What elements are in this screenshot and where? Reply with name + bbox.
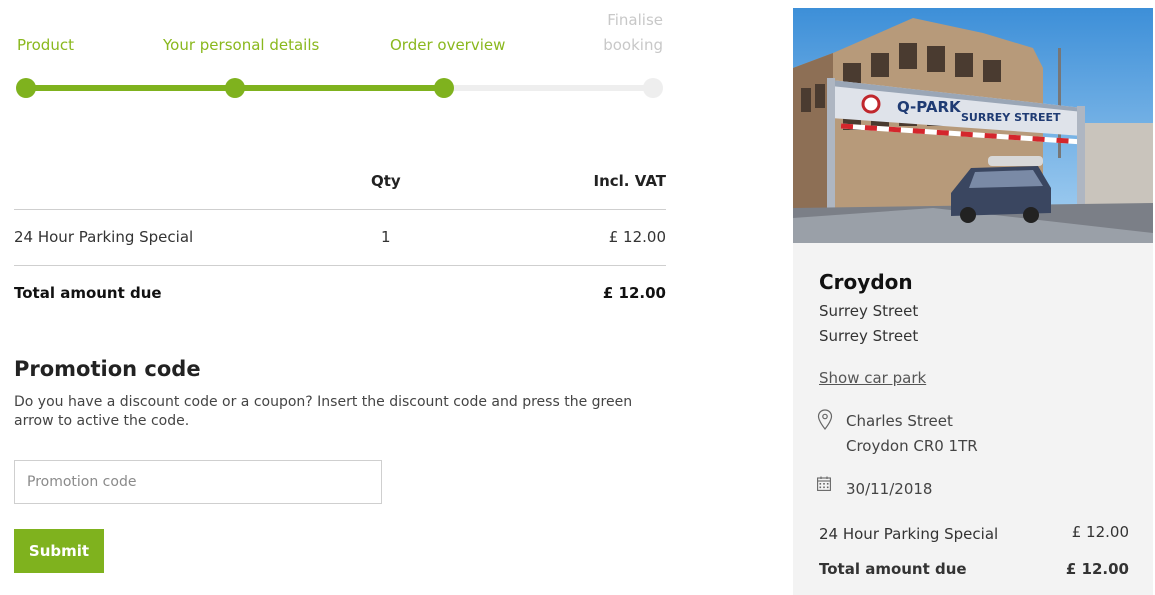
panel-item-label: 24 Hour Parking Special: [819, 525, 999, 543]
car-park-panel: Q-PARK SURREY STREET Croydon Surrey Stre…: [793, 8, 1153, 595]
panel-item-price: £ 12.00: [1071, 523, 1129, 541]
address-line-1: Charles Street: [846, 412, 953, 430]
step-product-label: Product: [17, 36, 74, 54]
car-park-street-secondary: Surrey Street: [819, 327, 919, 345]
submit-button[interactable]: Submit: [14, 529, 104, 573]
step-finalise-booking-dot: [643, 78, 663, 98]
photo-sign-brand: Q-PARK: [897, 98, 962, 116]
booking-date: 30/11/2018: [846, 480, 933, 498]
stepper-track: [26, 85, 652, 91]
promotion-code-input[interactable]: [14, 460, 382, 504]
step-finalise-booking-label: Finalise booking: [603, 11, 663, 54]
promotion-code-heading: Promotion code: [14, 357, 201, 381]
row-product-name: 24 Hour Parking Special: [14, 228, 194, 246]
show-car-park-link[interactable]: Show car park: [819, 369, 926, 387]
location-pin-icon: [817, 409, 833, 435]
step-personal-details-label: Your personal details: [163, 36, 320, 54]
step-product-dot: [16, 78, 36, 98]
step-personal-details-dot: [225, 78, 245, 98]
promotion-code-description: Do you have a discount code or a coupon?…: [14, 394, 633, 429]
total-label: Total amount due: [14, 284, 162, 302]
car-park-photo: Q-PARK SURREY STREET: [793, 8, 1153, 243]
column-header-price: Incl. VAT: [593, 172, 666, 190]
car-park-city: Croydon: [819, 270, 913, 294]
row-qty: 1: [381, 228, 391, 246]
total-value: £ 12.00: [602, 284, 666, 302]
column-header-qty: Qty: [371, 172, 401, 190]
address-line-2: Croydon CR0 1TR: [846, 437, 978, 455]
divider: [14, 265, 666, 266]
panel-total-label: Total amount due: [819, 560, 967, 578]
calendar-icon: [817, 476, 831, 495]
divider: [14, 209, 666, 210]
step-order-overview-dot: [434, 78, 454, 98]
row-price: £ 12.00: [608, 228, 666, 246]
car-park-street: Surrey Street: [819, 302, 919, 320]
photo-sign-street: SURREY STREET: [961, 111, 1061, 124]
step-order-overview-label: Order overview: [390, 36, 506, 54]
panel-total-value: £ 12.00: [1065, 560, 1129, 578]
